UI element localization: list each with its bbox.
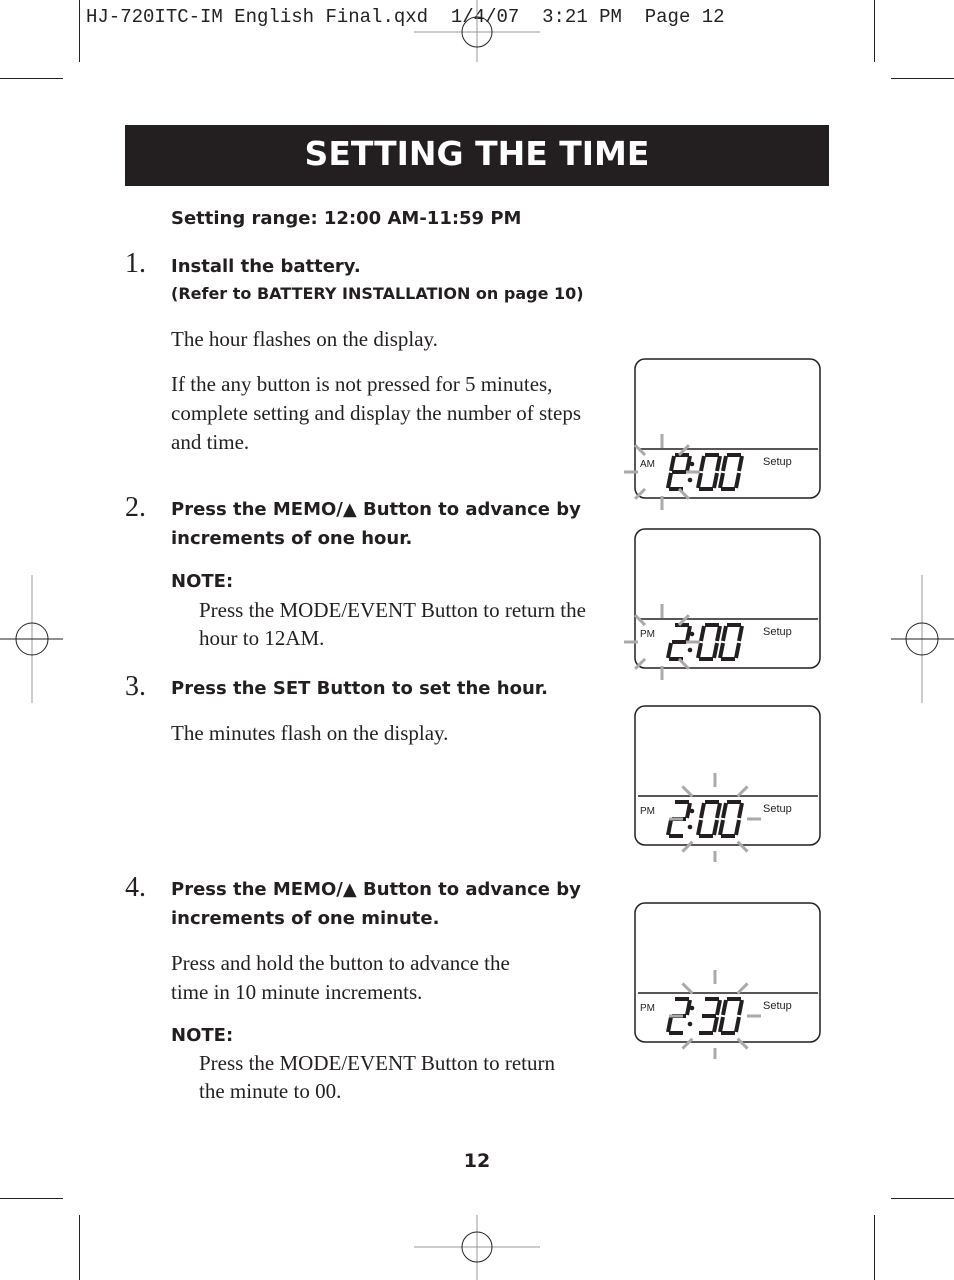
registration-mark-left — [0, 575, 63, 703]
registration-mark-bottom — [414, 1215, 540, 1280]
lcd-display: PM Setup — [618, 525, 828, 690]
page-title: SETTING THE TIME — [125, 125, 829, 186]
mode-label: Setup — [763, 626, 792, 638]
lcd-display: PM Setup — [618, 702, 828, 867]
registration-mark-right — [891, 575, 954, 703]
step-1-subtitle: (Refer to BATTERY INSTALLATION on page 1… — [171, 284, 584, 303]
step-3-paragraph: The minutes flash on the display. — [171, 721, 449, 745]
step-4-number: 4. — [125, 872, 146, 903]
step-3-number: 3. — [125, 671, 146, 702]
step-1-number: 1. — [125, 248, 146, 279]
step-2-note-text: Press the MODE/EVENT Button to return th… — [199, 598, 586, 650]
lcd-frame — [634, 528, 821, 669]
lcd-frame — [634, 902, 821, 1043]
lcd-frame — [634, 705, 821, 846]
lcd-illustration: PM Setup — [634, 705, 821, 865]
setting-range: Setting range: 12:00 AM-11:59 PM — [171, 208, 522, 229]
step-3-title: Press the SET Button to set the hour. — [171, 678, 548, 699]
colon-dot — [689, 808, 695, 814]
step-1-title: Install the battery. — [171, 256, 361, 277]
colon-dot — [689, 461, 695, 467]
colon-dot — [687, 1021, 693, 1027]
page-number: 12 — [463, 1150, 491, 1172]
lcd-illustration: AM Setup — [624, 358, 821, 510]
mode-label: Setup — [763, 803, 792, 815]
meridiem-label: PM — [640, 1003, 655, 1014]
step-4-paragraph: Press and hold the button to advance the… — [171, 951, 510, 1004]
step-2-note-label: NOTE: — [171, 571, 234, 592]
colon-dot — [687, 824, 693, 830]
lcd-display: PM Setup — [618, 899, 828, 1064]
colon-dot — [689, 631, 695, 637]
lcd-illustration: PM Setup — [624, 528, 821, 680]
meridiem-label: AM — [640, 459, 655, 470]
lcd-illustration: PM Setup — [634, 902, 821, 1062]
lcd-display: AM Setup — [618, 355, 828, 520]
colon-dot — [687, 477, 693, 483]
mode-label: Setup — [763, 1000, 792, 1012]
step-4-note-label: NOTE: — [171, 1025, 234, 1046]
registration-mark-top — [414, 0, 540, 62]
mode-label: Setup — [763, 456, 792, 468]
colon-dot — [689, 1005, 695, 1011]
step-1-paragraph: The hour flashes on the display. — [171, 327, 438, 351]
step-2-number: 2. — [125, 492, 146, 523]
meridiem-label: PM — [640, 806, 655, 817]
step-4-title: Press the MEMO/▲ Button to advance by in… — [171, 879, 581, 929]
colon-dot — [687, 647, 693, 653]
step-4-note-text: Press the MODE/EVENT Button to return th… — [199, 1051, 555, 1103]
step-1-paragraph: If the any button is not pressed for 5 m… — [171, 372, 581, 454]
lcd-frame — [634, 358, 821, 499]
meridiem-label: PM — [640, 629, 655, 640]
step-2-title: Press the MEMO/▲ Button to advance by in… — [171, 499, 581, 549]
